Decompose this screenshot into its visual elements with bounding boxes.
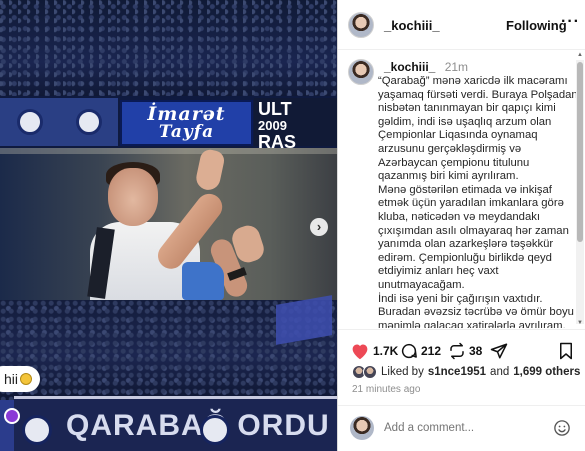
caption-line: gəldim, indi isə uşaqlıq arzum olan <box>378 115 552 128</box>
repost-button[interactable]: 38 <box>448 342 482 360</box>
caption-line: “Qarabağ” mənə xaricdə ilk macəramı <box>378 75 568 87</box>
club-emblem <box>200 415 230 445</box>
likes-count: 1.7K <box>373 344 399 358</box>
post-photo[interactable]: İmarət Tayfa ULT 2009 RAS › QARABAĞ ORDU… <box>0 0 337 451</box>
share-button[interactable] <box>490 342 508 360</box>
liked-by-prefix: Liked by <box>381 366 424 378</box>
caption-line: Buradan əvəzsiz təcrübə və ömür boyu <box>378 306 574 319</box>
share-icon <box>490 343 508 359</box>
club-emblem <box>75 109 102 135</box>
avatar[interactable] <box>348 12 374 38</box>
banner-text: 2009 <box>258 117 287 133</box>
caption-line: arzusunu gerçəkləşdirmiş və <box>378 142 522 155</box>
banner-text: Tayfa <box>158 122 215 142</box>
caption-line: etmək üçün yaradılan imkanlara görə <box>378 197 564 210</box>
club-emblem <box>16 109 43 135</box>
scroll-up-arrow[interactable]: ▲ <box>576 52 584 60</box>
caption-line: Azərbaycan çempionu titulunu <box>378 156 530 169</box>
caption-area: _kochiii_ 21m “Qarabağ” mənə xaricdə ilk… <box>338 51 585 328</box>
scroll-down-arrow[interactable]: ▼ <box>576 320 584 328</box>
comment-icon <box>401 343 417 359</box>
caption-username[interactable]: _kochiii_ <box>384 60 435 74</box>
fan-scarf <box>182 262 224 300</box>
caption-line: etdiyimiz anları heç vaxt <box>378 265 499 278</box>
repost-icon <box>450 342 464 360</box>
emoji-icon[interactable] <box>553 419 571 442</box>
fan-banner-bottom: QARABAĞ ORDU <box>14 396 337 451</box>
liked-by-user[interactable]: s1nce1951 <box>428 366 486 378</box>
club-emblem <box>22 415 52 445</box>
like-button[interactable]: 1.7K <box>350 342 398 360</box>
heart-icon <box>352 344 368 360</box>
liked-by: Liked by s1nce1951 and 1,699 others <box>352 365 580 379</box>
fan-banner-imarat: İmarət Tayfa <box>120 100 253 146</box>
user-tag-label: hii <box>4 371 19 387</box>
banner-text: QARABAĞ ORDU <box>66 409 330 442</box>
liked-by-and: and <box>490 366 510 378</box>
caption-line: kluba, nəticədən və meydandakı <box>378 210 541 223</box>
caption-line: unutmayacağam. <box>378 278 465 291</box>
caption-line: nisbətən tanınmayan bir qapıçı kimi <box>378 102 556 115</box>
caption-line: yaşamaq fürsəti verdi. Buraya Polşadan <box>378 88 578 101</box>
chevron-right-icon[interactable]: › <box>310 218 328 236</box>
avatar[interactable] <box>348 59 374 85</box>
banner-text: ULT <box>258 99 292 119</box>
caption-line: İndi isə yeni bir çağırışın vaxtıdır. <box>378 292 543 305</box>
post-header: _kochiii_ Following ··· <box>338 0 585 50</box>
caption-line: yanımda olan azarkeşlərə təşəkkür <box>378 238 554 251</box>
following-button[interactable]: Following <box>506 18 567 33</box>
comments-count: 212 <box>421 344 442 358</box>
caption-header: _kochiii_ 21m <box>384 60 468 74</box>
caption-line: çıxışımdan asılı olmayaraq hər zaman <box>378 224 569 237</box>
comment-bar <box>338 405 585 451</box>
post-time: 21m <box>444 60 469 74</box>
bookmark-icon[interactable] <box>558 342 574 365</box>
fan-banner-left <box>0 98 118 146</box>
crowd-top <box>0 0 337 104</box>
caption-line: mənimlə qalacaq xatirələrlə ayrılıram. <box>378 319 566 328</box>
post-panel: _kochiii_ Following ··· _kochiii_ 21m “Q… <box>337 0 585 451</box>
liked-by-others[interactable]: 1,699 others <box>513 366 580 378</box>
avatar <box>363 365 377 379</box>
caption-line: edirəm. Çempionluğu birlikdə qeyd <box>378 251 552 264</box>
caption-line: Mənə göstərilən etimada və inkişaf <box>378 183 552 196</box>
stand-edge <box>0 148 337 154</box>
fan-banner-ult: ULT 2009 RAS <box>254 98 337 151</box>
post-timestamp[interactable]: 21 minutes ago <box>352 384 420 395</box>
user-tag[interactable]: hii <box>0 366 41 392</box>
caption-line: Çempionlar Liqasında oynamaq <box>378 129 538 142</box>
tag-indicator-icon[interactable] <box>4 408 20 424</box>
player-head <box>108 168 158 226</box>
scrollbar-thumb[interactable] <box>577 62 583 242</box>
comment-button[interactable]: 212 <box>400 342 441 360</box>
caption-text: “Qarabağ” mənə xaricdə ilk macəramı yaşam… <box>378 75 578 328</box>
more-icon[interactable]: ··· <box>561 14 580 30</box>
reposts-count: 38 <box>469 344 483 358</box>
emoji-icon <box>20 373 33 385</box>
comment-input[interactable] <box>384 422 544 434</box>
username[interactable]: _kochiii_ <box>384 18 440 33</box>
caption-line: qazanmış biri kimi ayrılıram. <box>378 170 519 183</box>
avatar <box>350 416 374 440</box>
